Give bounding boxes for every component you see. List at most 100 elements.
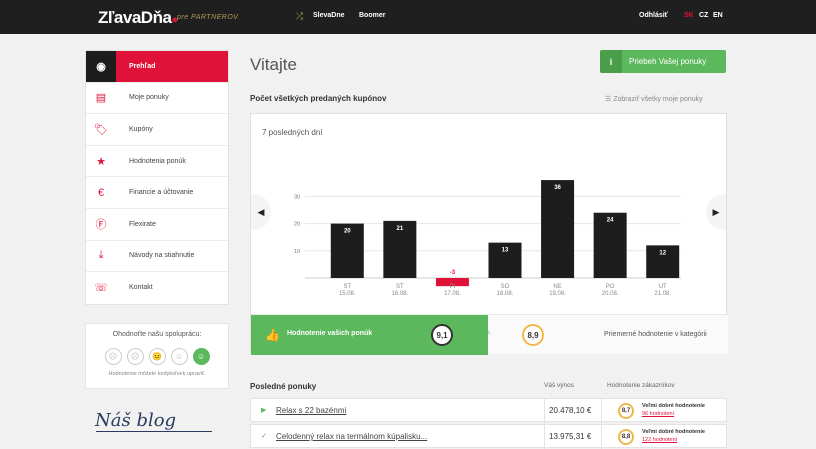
bar-value-label: -3	[450, 270, 456, 276]
your-rating-label: Hodnotenie vašich ponúk	[287, 330, 373, 337]
x-tick-date: 15.08.	[339, 291, 356, 297]
category-rating-badge: 8,9	[522, 324, 544, 346]
cooperation-rating: Ohodnoťte našu spoluprácu: ☹ ☹ 😐 ☺ ☺ Hod…	[85, 323, 229, 389]
list-icon: ▤	[95, 92, 107, 105]
x-tick-day: ST	[396, 284, 404, 290]
chevron-right-icon: ▶	[712, 206, 720, 217]
euro-icon: €	[97, 186, 105, 199]
logout-link[interactable]: Odhlásiť	[639, 12, 668, 19]
offer-rating-text: Veľmi dobré hodnotenie	[642, 403, 705, 409]
sidebar-item-reviews[interactable]: ★ Hodnotenia ponúk	[86, 146, 228, 178]
sidebar-item-label: Kupóny	[129, 125, 153, 133]
page-title: Vitajte	[250, 55, 297, 74]
sidebar-item-my-offers[interactable]: ▤ Moje ponuky	[86, 83, 228, 115]
x-tick-date: 17.08.	[444, 291, 461, 297]
y-tick-label: 20	[294, 222, 300, 228]
section-title: Počet všetkých predaných kupónov	[250, 94, 387, 103]
x-tick-day: PI	[450, 284, 456, 290]
rating-title: Ohodnoťte našu spoluprácu:	[112, 331, 202, 338]
revenue-column-header: Váš výnos	[544, 382, 574, 389]
offer-score-badge: 8,7	[618, 403, 634, 419]
very-sad-face-icon[interactable]: ☹	[104, 348, 122, 365]
flexirate-icon: Ⓕ	[95, 219, 107, 232]
blog-underline	[96, 431, 212, 432]
sidebar-item-label: Návody na stiahnutie	[129, 252, 195, 260]
neutral-face-icon[interactable]: 😐	[148, 348, 166, 365]
show-all-offers-link[interactable]: ☰ Zobraziť všetky moje ponuky	[605, 95, 703, 103]
sidebar-item-finance[interactable]: € Financie a účtovanie	[86, 177, 228, 209]
top-bar: ZľavaDňa● pre PARTNEROV ⤮ SlevaDne Boome…	[0, 0, 816, 34]
table-row: ✓ Celodenný relax na termálnom kúpalisku…	[250, 424, 727, 449]
tag-icon: 🏷	[94, 123, 108, 136]
cta-label: Priebeh Vašej ponuky	[629, 57, 707, 66]
eye-icon: ◉	[86, 51, 116, 82]
star-icon: ★	[96, 155, 106, 168]
x-tick-date: 20.08.	[602, 291, 619, 297]
x-tick-date: 19.08.	[549, 291, 566, 297]
rating-faces: ☹ ☹ 😐 ☺ ☺	[86, 348, 228, 365]
sidebar-item-contact[interactable]: ☏ Kontakt	[86, 272, 228, 304]
sidebar-item-label: Moje ponuky	[129, 94, 169, 102]
chart-subtitle: 7 posledných dní	[262, 128, 323, 137]
sales-chart-panel: 10 20 30 20 ST 15.08. 21 ST 16.08. -3 PI 17.08. 13 SO…	[250, 113, 728, 355]
offer-rating-count-link[interactable]: 122 hodnotení	[642, 437, 677, 443]
chart-bar	[541, 180, 575, 278]
thumbs-up-icon: 👍	[265, 328, 280, 342]
bar-value-label: 24	[607, 218, 614, 224]
lang-sk[interactable]: SK	[684, 12, 694, 19]
logo[interactable]: ZľavaDňa●	[98, 8, 178, 28]
sidebar-item-label: Financie a účtovanie	[129, 189, 194, 197]
offer-score-badge: 8,8	[618, 429, 634, 445]
happy-face-icon[interactable]: ☺	[192, 348, 210, 365]
sidebar-item-label: Prehľad	[129, 62, 156, 70]
sidebar-item-label: Flexirate	[129, 220, 156, 228]
sidebar-item-flexirate[interactable]: Ⓕ Flexirate	[86, 209, 228, 241]
offer-progress-button[interactable]: i Priebeh Vašej ponuky	[600, 50, 726, 73]
sidebar: ◉ Prehľad ▤ Moje ponuky 🏷 Kupóny ★ Hodno…	[85, 50, 229, 305]
info-icon: i	[600, 50, 622, 73]
y-tick-label: 30	[294, 194, 300, 200]
sidebar-item-overview[interactable]: ◉ Prehľad	[86, 51, 228, 83]
x-tick-day: NE	[553, 284, 561, 290]
bar-value-label: 21	[397, 226, 404, 232]
blog-link[interactable]: Náš blog	[95, 410, 176, 431]
lang-en[interactable]: EN	[713, 12, 723, 19]
logo-subtitle: pre PARTNEROV	[177, 14, 239, 21]
list-icon: ☰	[605, 96, 614, 103]
rating-note: Hodnotenie môžete kedykoľvek upraviť.	[108, 371, 206, 377]
bar-value-label: 20	[344, 229, 351, 235]
x-tick-day: ST	[343, 284, 351, 290]
smile-face-icon[interactable]: ☺	[170, 348, 188, 365]
offer-rating-count-link[interactable]: 96 hodnotení	[642, 411, 674, 417]
sad-face-icon[interactable]: ☹	[126, 348, 144, 365]
offer-rating-text: Veľmi dobré hodnotenie	[642, 429, 705, 435]
sidebar-item-coupons[interactable]: 🏷 Kupóny	[86, 114, 228, 146]
x-tick-day: UT	[659, 284, 667, 290]
table-row: ▶ Relax s 22 bazénmi 20.478,10 € 8,7 Veľ…	[250, 398, 727, 423]
rating-comparison: 👍 Hodnotenie vašich ponúk 9,1 vs 8,9 Pri…	[251, 314, 728, 355]
chevron-left-icon: ◀	[257, 206, 265, 217]
bar-value-label: 12	[659, 250, 666, 256]
sidebar-item-label: Kontakt	[129, 284, 153, 292]
bar-value-label: 13	[502, 248, 509, 254]
nav-boomer[interactable]: Boomer	[359, 12, 385, 19]
rating-column-header: Hodnotenie zákazníkov	[607, 382, 675, 389]
sidebar-item-label: Hodnotenia ponúk	[129, 157, 186, 165]
offer-name-link[interactable]: Relax s 22 bazénmi	[276, 406, 346, 415]
lang-cz[interactable]: CZ	[699, 12, 708, 19]
offer-revenue: 20.478,10 €	[549, 406, 592, 415]
x-tick-day: PO	[606, 284, 615, 290]
nav-slevadne[interactable]: SlevaDne	[313, 12, 345, 19]
x-tick-date: 18.08.	[497, 291, 514, 297]
download-icon: ⤓	[98, 249, 104, 262]
category-rating-label: Priemerné hodnotenie v kategórii	[604, 331, 707, 338]
shuffle-icon: ⤮	[296, 11, 304, 21]
x-tick-date: 16.08.	[392, 291, 409, 297]
play-icon: ▶	[261, 407, 267, 414]
sidebar-item-downloads[interactable]: ⤓ Návody na stiahnutie	[86, 241, 228, 273]
vs-label: vs	[484, 330, 490, 336]
bar-value-label: 36	[554, 185, 561, 191]
check-icon: ✓	[261, 433, 267, 440]
x-tick-day: SO	[501, 284, 510, 290]
y-tick-label: 10	[294, 249, 300, 255]
